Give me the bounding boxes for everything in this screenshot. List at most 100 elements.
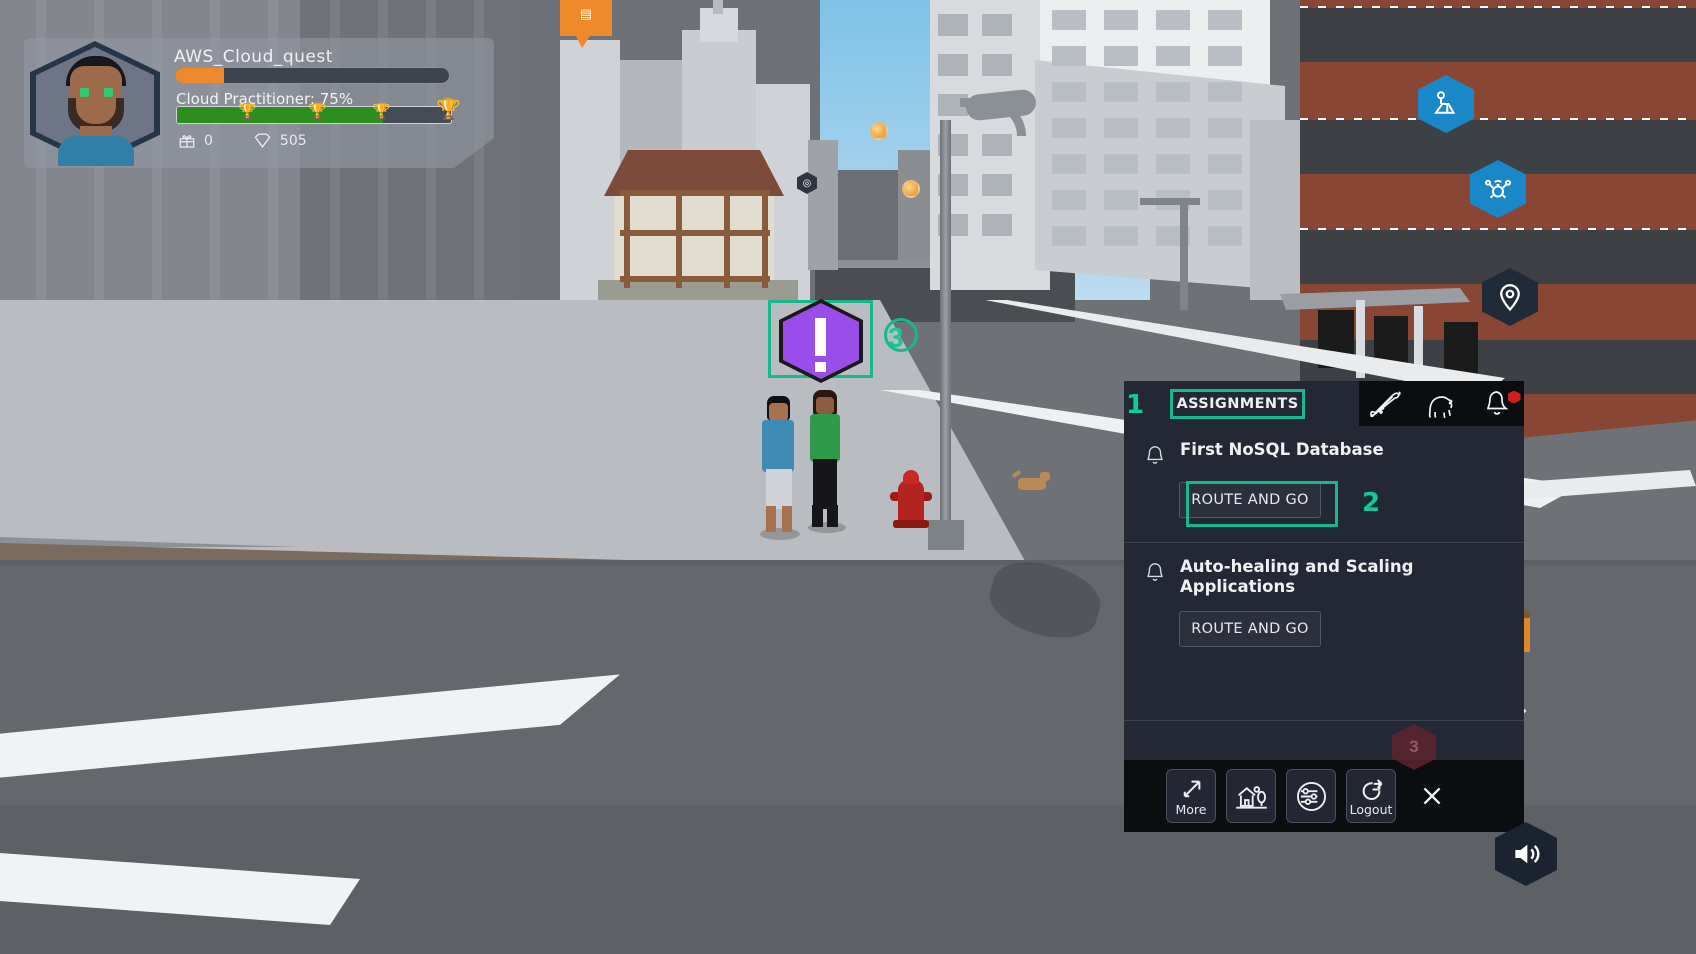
- window: [1208, 82, 1242, 102]
- sliders-settings-icon: [1296, 781, 1326, 811]
- trophy-gold-icon: 🏆: [372, 103, 391, 120]
- window: [1208, 118, 1242, 138]
- window: [1104, 226, 1138, 246]
- quest-marker-exclaim-dot: [815, 362, 826, 372]
- panel-footer: More Logout: [1124, 760, 1524, 832]
- window: [1156, 46, 1190, 66]
- window: [1052, 82, 1086, 102]
- pet-button[interactable]: [1419, 385, 1465, 423]
- panel-header: ASSIGNMENTS: [1124, 381, 1524, 426]
- window: [1052, 10, 1086, 30]
- quest-marker-exclaim-bar: [815, 318, 826, 356]
- logout-label: Logout: [1349, 801, 1393, 817]
- window: [1156, 118, 1190, 138]
- bell-icon: [1147, 446, 1163, 464]
- building: [808, 140, 838, 270]
- house-beam: [624, 196, 630, 288]
- pet-dog-icon: [1428, 395, 1452, 418]
- window: [1104, 190, 1138, 210]
- route-and-go-label: ROUTE AND GO: [1191, 621, 1309, 638]
- house-beam: [620, 276, 770, 282]
- panel-header-icons: [1359, 381, 1524, 426]
- annotation-1: 1: [1126, 390, 1145, 420]
- npc-male-shorts: [766, 469, 792, 509]
- window: [938, 14, 968, 36]
- house-beam: [762, 196, 768, 288]
- house-beam: [724, 196, 730, 288]
- assignment-item: Auto-healing and Scaling Applications RO…: [1124, 543, 1524, 648]
- window: [1156, 154, 1190, 174]
- fire-hydrant-cap: [903, 470, 919, 484]
- settings-button[interactable]: [1286, 769, 1336, 823]
- npc-female-pants: [813, 459, 837, 509]
- level-progress-fill: [175, 68, 225, 83]
- assignment-bell: [1142, 557, 1168, 585]
- window: [1052, 226, 1086, 246]
- location-pin-icon: [1500, 284, 1520, 312]
- player-name: AWS_Cloud_quest: [174, 47, 333, 67]
- gem-stat: 505: [253, 131, 307, 150]
- window: [1208, 10, 1242, 30]
- npc-female-shirt: [810, 414, 840, 462]
- tab-assignments[interactable]: ASSIGNMENTS: [1170, 389, 1305, 419]
- street-lamp-pole: [940, 120, 951, 540]
- more-button[interactable]: More: [1166, 769, 1216, 823]
- window: [938, 54, 968, 76]
- window: [1104, 154, 1138, 174]
- assignment-bell: [1142, 440, 1168, 468]
- fire-hydrant: [898, 480, 924, 524]
- npc-female-head: [816, 397, 834, 414]
- certification-progress-fill: [177, 107, 383, 123]
- window: [1104, 46, 1138, 66]
- window: [982, 14, 1012, 36]
- traffic-signal-pole: [1180, 200, 1188, 310]
- gift-icon: [179, 134, 195, 148]
- volume-speaker-icon: [1515, 844, 1540, 864]
- more-label: More: [1175, 801, 1207, 817]
- assignment-title: First NoSQL Database: [1180, 440, 1384, 459]
- gem-count: 505: [279, 132, 307, 149]
- notifications-button[interactable]: [1474, 385, 1521, 423]
- window: [1156, 82, 1190, 102]
- window: [1052, 46, 1086, 66]
- trophy-bronze-icon: 🏆: [238, 103, 257, 120]
- trophy-crown-icon: 🏆: [436, 99, 461, 121]
- dog-head: [1040, 472, 1050, 481]
- tab-assignments-label: ASSIGNMENTS: [1176, 396, 1299, 412]
- logout-arrow-icon: [1362, 778, 1382, 800]
- avatar-eye-left: [80, 88, 89, 97]
- window: [1208, 190, 1242, 210]
- window: [982, 54, 1012, 76]
- tower-spire: [713, 0, 723, 14]
- house-beam: [620, 190, 770, 196]
- window: [1208, 154, 1242, 174]
- route-and-go-button[interactable]: ROUTE AND GO: [1179, 611, 1321, 648]
- skateboard-button[interactable]: [1364, 385, 1410, 423]
- window: [1156, 10, 1190, 30]
- gift-count: 0: [204, 132, 213, 149]
- home-button[interactable]: [1226, 769, 1276, 823]
- panel-section-divider: [1124, 720, 1524, 721]
- street-lamp-base: [928, 520, 964, 550]
- avatar-shirt: [58, 136, 134, 166]
- window: [1104, 10, 1138, 30]
- assignments-panel: ASSIGNMENTS First NoSQL Database ROUTE A…: [1124, 381, 1524, 832]
- skateboard-icon: [1369, 391, 1401, 417]
- npc-male-leg: [766, 506, 776, 532]
- logout-button[interactable]: Logout: [1346, 769, 1396, 823]
- window: [1208, 226, 1242, 246]
- gift-stat: 0: [178, 132, 213, 150]
- window: [1104, 82, 1138, 102]
- annotation-2: 2: [1362, 488, 1381, 518]
- fire-hydrant-base: [893, 520, 929, 528]
- coin-icon[interactable]: [902, 180, 920, 198]
- map-pin-location-icon: [1434, 91, 1456, 114]
- house-beam: [676, 196, 682, 288]
- close-panel-button[interactable]: [1412, 773, 1452, 819]
- window: [1104, 118, 1138, 138]
- house-tree-icon: [1235, 785, 1267, 809]
- window: [1208, 46, 1242, 66]
- window: [1052, 118, 1086, 138]
- npc-male-shirt: [762, 420, 794, 472]
- coin-icon[interactable]: [870, 122, 888, 140]
